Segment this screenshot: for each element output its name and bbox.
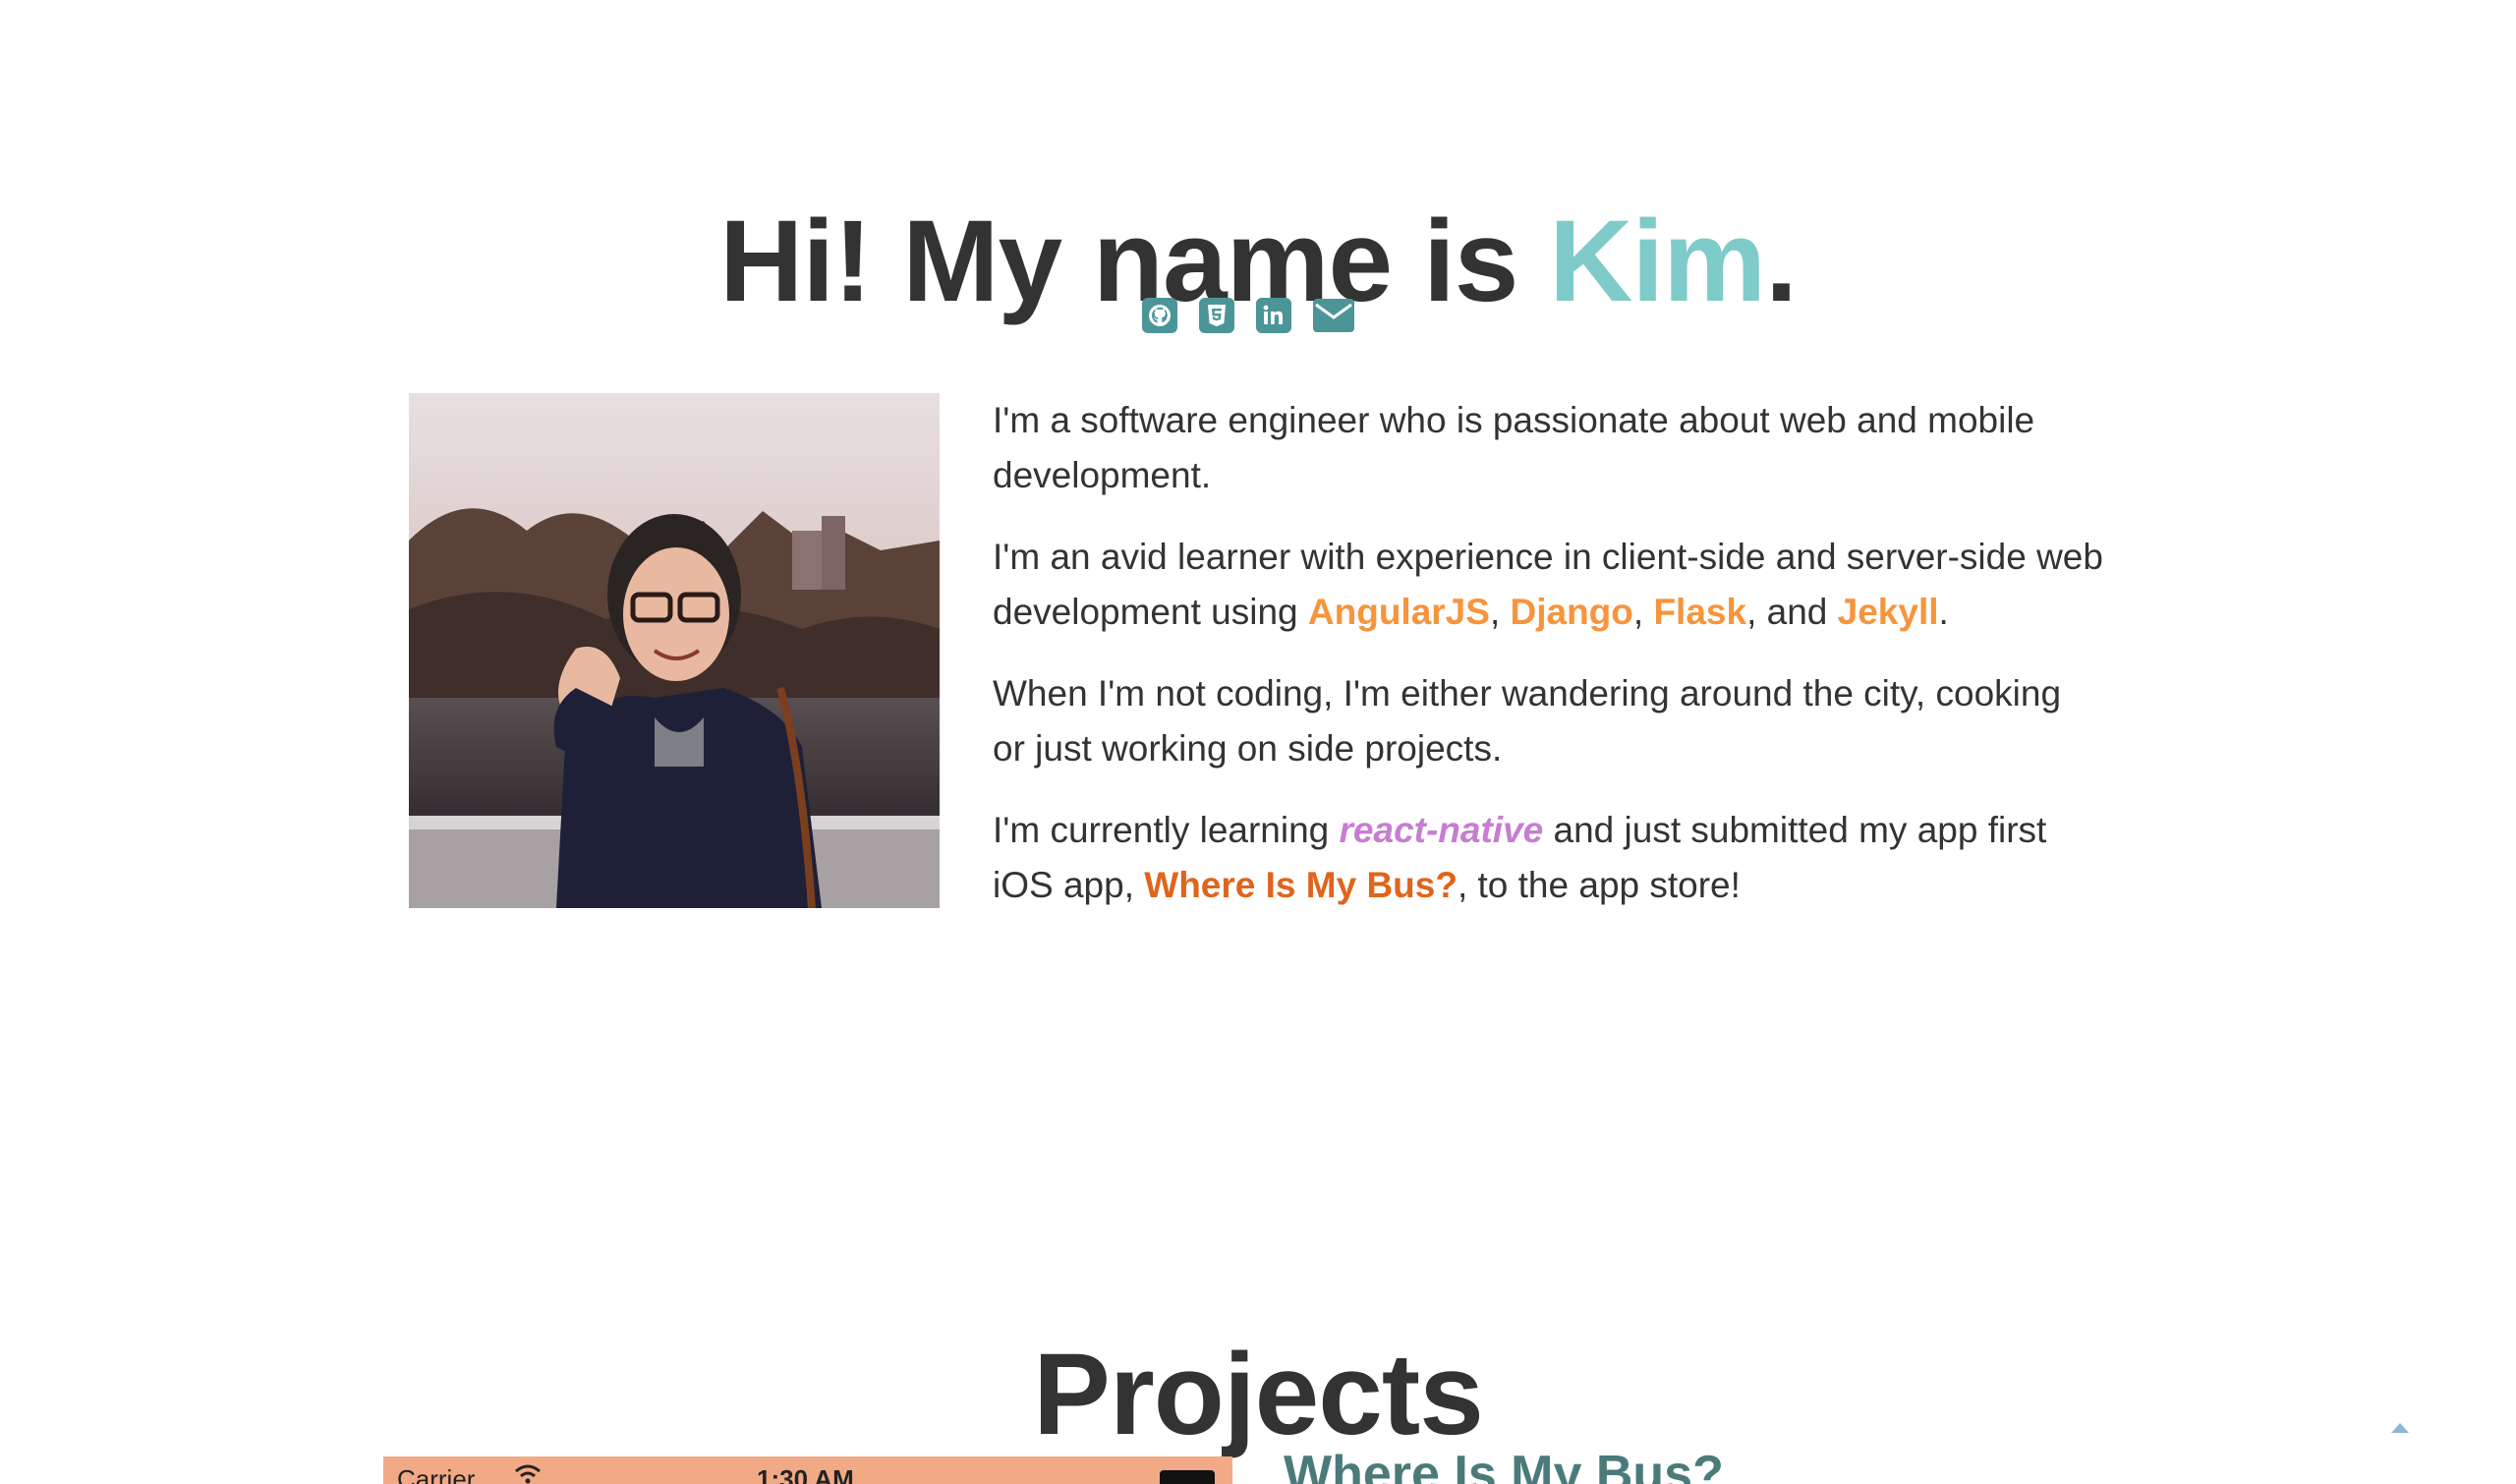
back-to-top-arrow-icon[interactable]: [2391, 1423, 2409, 1433]
separator-and: , and: [1746, 592, 1838, 632]
bio-paragraph-4-start: I'm currently learning: [993, 810, 1340, 850]
email-link[interactable]: [1313, 299, 1354, 332]
hero-period: .: [1765, 197, 1798, 327]
envelope-icon: [1313, 299, 1354, 332]
html5-link[interactable]: [1199, 298, 1234, 333]
wifi-icon: [515, 1464, 541, 1484]
link-jekyll[interactable]: Jekyll: [1838, 592, 1939, 632]
bio-paragraph-4-end: , to the app store!: [1457, 865, 1741, 905]
bio-paragraph-2-end: .: [1938, 592, 1949, 632]
link-angularjs[interactable]: AngularJS: [1308, 592, 1490, 632]
hero-greeting: Hi! My name is: [719, 197, 1550, 327]
phone-carrier: Carrier: [397, 1464, 476, 1484]
profile-photo-image: [409, 393, 940, 908]
linkedin-link[interactable]: [1256, 298, 1291, 333]
link-flask[interactable]: Flask: [1653, 592, 1746, 632]
projects-heading: Projects: [1033, 1329, 1484, 1459]
bio: I'm a software engineer who is passionat…: [993, 393, 2103, 940]
github-link[interactable]: [1142, 298, 1177, 333]
linkedin-icon: [1256, 298, 1291, 333]
profile-photo: [409, 393, 940, 908]
battery-icon: [1160, 1470, 1215, 1484]
html5-icon: [1199, 298, 1234, 333]
project-screenshot[interactable]: Carrier 1:30 AM: [383, 1456, 1232, 1484]
bio-paragraph-1: I'm a software engineer who is passionat…: [993, 400, 2035, 495]
link-react-native[interactable]: react-native: [1340, 810, 1544, 850]
page: Hi! My name is Kim. I'm a software engin…: [0, 0, 2516, 1484]
bio-paragraph-2: I'm an avid learner with experience in c…: [993, 530, 2103, 640]
hero-name: Kim: [1549, 197, 1766, 327]
link-django[interactable]: Django: [1511, 592, 1633, 632]
link-where-is-my-bus[interactable]: Where Is My Bus?: [1144, 865, 1458, 905]
social-links: [1142, 298, 1354, 333]
bio-paragraph-3: When I'm not coding, I'm either wanderin…: [993, 673, 2062, 769]
project-title[interactable]: Where Is My Bus?: [1284, 1449, 1724, 1484]
bio-paragraph-4: I'm currently learning react-native and …: [993, 803, 2103, 913]
phone-time: 1:30 AM: [757, 1464, 854, 1484]
github-icon: [1142, 298, 1177, 333]
separator: ,: [1632, 592, 1654, 632]
separator: ,: [1489, 592, 1511, 632]
